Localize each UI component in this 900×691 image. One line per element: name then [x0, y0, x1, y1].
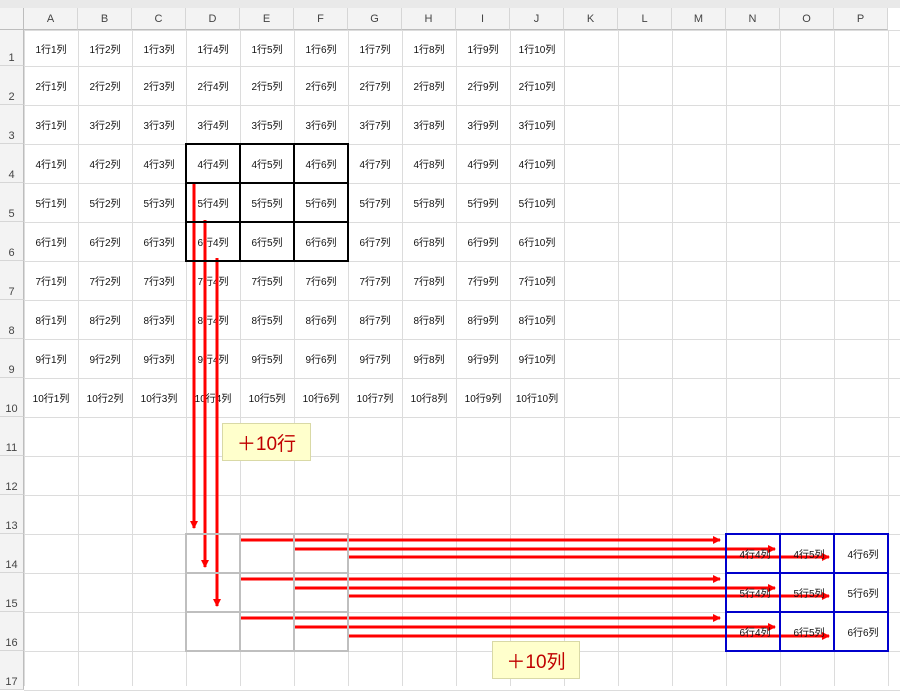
- intermediate-range-outline: [185, 611, 241, 652]
- target-cell-p15[interactable]: 5行6列: [838, 573, 888, 612]
- source-range-outline: [293, 143, 349, 184]
- column-offset-label: ＋10列: [492, 641, 580, 679]
- target-cell-o15[interactable]: 5行5列: [784, 573, 834, 612]
- target-cell-n16[interactable]: 6行4列: [730, 612, 780, 651]
- source-range-outline: [239, 143, 295, 184]
- target-cell-o14[interactable]: 4行5列: [784, 534, 834, 573]
- source-range-outline: [293, 221, 349, 262]
- intermediate-range-outline: [185, 572, 241, 613]
- source-range-outline: [239, 182, 295, 223]
- spreadsheet: ABCDEFGHIJKLMNOP 1 2 3 4 5 6 7 8 9 10 11 12 13 14 15 16…: [0, 0, 900, 691]
- intermediate-range-outline: [185, 533, 241, 574]
- source-range-outline: [239, 221, 295, 262]
- target-cell-n14[interactable]: 4行4列: [730, 534, 780, 573]
- target-cell-n15[interactable]: 5行4列: [730, 573, 780, 612]
- source-range-outline: [185, 143, 241, 184]
- target-cell-p14[interactable]: 4行6列: [838, 534, 888, 573]
- source-range-outline: [293, 182, 349, 223]
- row-offset-label: ＋10行: [222, 423, 311, 461]
- target-cell-o16[interactable]: 6行5列: [784, 612, 834, 651]
- range-outlines: [185, 143, 889, 652]
- target-cell-p16[interactable]: 6行6列: [838, 612, 888, 651]
